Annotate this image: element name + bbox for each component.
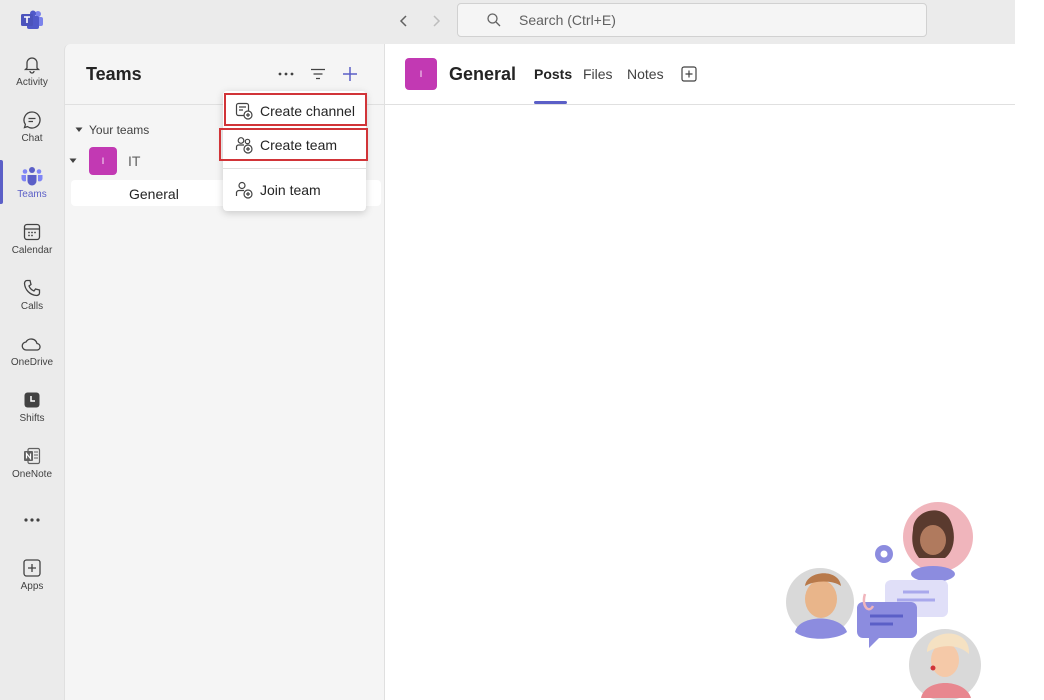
channel-title: General — [449, 64, 517, 84]
rail-item-teams[interactable]: Teams — [0, 156, 64, 212]
create-team-icon — [235, 137, 253, 154]
create-channel-icon — [235, 102, 253, 120]
rail-item-more[interactable] — [0, 500, 64, 536]
rail-item-onedrive[interactable]: OneDrive — [0, 324, 64, 380]
search-input[interactable]: Search (Ctrl+E) — [457, 3, 927, 37]
caret-down-icon — [69, 158, 77, 163]
channel-name: General — [129, 186, 179, 202]
team-row-it[interactable]: I IT — [69, 147, 141, 175]
join-team-icon — [235, 181, 253, 199]
rail-label: Apps — [20, 581, 44, 592]
rail-item-onenote[interactable]: OneNote — [0, 436, 64, 492]
menu-item-label: Create team — [260, 137, 338, 153]
filter-icon — [311, 68, 325, 80]
add-tab-icon[interactable] — [681, 66, 697, 82]
phone-icon — [20, 276, 44, 300]
teams-icon — [20, 164, 44, 188]
cloud-icon — [20, 332, 44, 356]
rail-item-chat[interactable]: Chat — [0, 100, 64, 156]
shifts-icon — [20, 388, 44, 412]
plus-icon — [343, 67, 357, 81]
rail-label: Teams — [17, 189, 47, 200]
welcome-illustration — [786, 502, 981, 700]
ellipsis-icon — [278, 72, 294, 76]
menu-item-label: Create channel — [260, 103, 355, 119]
teams-logo-icon — [21, 10, 43, 29]
channel-header: I General Posts Files Notes — [385, 44, 1015, 105]
caret-down-icon — [75, 127, 83, 132]
rail-label: Chat — [21, 133, 43, 144]
search-icon — [487, 13, 501, 27]
teams-app: Search (Ctrl+E) Activity Chat Teams Cale… — [0, 0, 1015, 700]
chevron-right-icon — [433, 15, 441, 27]
add-button[interactable] — [338, 62, 362, 86]
rail-item-apps[interactable]: Apps — [0, 548, 64, 604]
active-tab-indicator — [534, 101, 567, 104]
rail-item-calendar[interactable]: Calendar — [0, 212, 64, 268]
window-edge — [1015, 0, 1044, 700]
rail-label: Calls — [20, 301, 44, 312]
channel-main: I General Posts Files Notes — [385, 44, 1015, 700]
rail-label: OneDrive — [10, 357, 54, 368]
menu-item-create-team[interactable]: Create team — [223, 129, 366, 161]
menu-item-join-team[interactable]: Join team — [223, 174, 366, 206]
rail-label: Calendar — [11, 245, 53, 256]
rail-item-calls[interactable]: Calls — [0, 268, 64, 324]
team-name: IT — [128, 153, 141, 169]
filter-button[interactable] — [306, 62, 330, 86]
chevron-left-icon — [399, 15, 407, 27]
more-icon — [20, 508, 44, 532]
rail-item-shifts[interactable]: Shifts — [0, 380, 64, 436]
add-menu: Create channel Create team Join team — [223, 91, 366, 211]
tab-files[interactable]: Files — [583, 66, 613, 82]
pane-title: Teams — [86, 64, 142, 84]
chat-icon — [20, 108, 44, 132]
title-bar: Search (Ctrl+E) — [0, 0, 1015, 44]
channel-avatar: I — [405, 58, 437, 90]
rail-label: Activity — [16, 77, 48, 88]
section-label: Your teams — [89, 123, 150, 137]
team-avatar: I — [89, 147, 117, 175]
forward-button[interactable] — [425, 10, 447, 32]
app-rail: Activity Chat Teams Calendar Calls OneDr… — [0, 44, 64, 700]
menu-divider — [223, 168, 366, 169]
your-teams-section[interactable]: Your teams — [75, 123, 149, 137]
calendar-icon — [20, 220, 44, 244]
rail-item-activity[interactable]: Activity — [0, 44, 64, 100]
tab-notes[interactable]: Notes — [627, 66, 664, 82]
tab-posts[interactable]: Posts — [534, 66, 572, 82]
menu-item-create-channel[interactable]: Create channel — [223, 95, 366, 127]
more-options-button[interactable] — [274, 62, 298, 86]
rail-label: OneNote — [11, 469, 53, 480]
search-placeholder: Search (Ctrl+E) — [519, 12, 616, 28]
rail-label: Shifts — [19, 413, 45, 424]
back-button[interactable] — [393, 10, 415, 32]
menu-item-label: Join team — [260, 182, 321, 198]
apps-icon — [20, 556, 44, 580]
onenote-icon — [20, 444, 44, 468]
bell-icon — [20, 52, 44, 76]
